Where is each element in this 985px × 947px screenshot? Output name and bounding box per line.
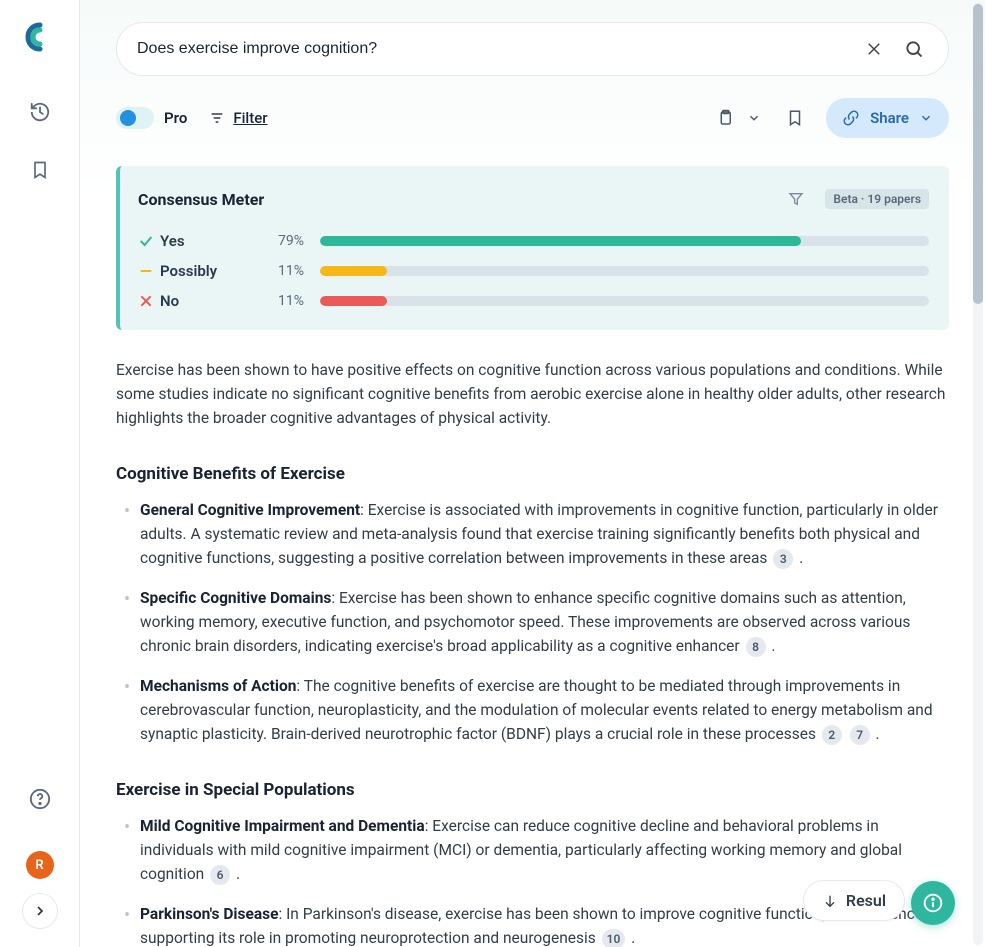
sidebar: R — [0, 0, 80, 947]
meter-percent: 79% — [260, 233, 304, 249]
meter-percent: 11% — [260, 293, 304, 309]
meter-row-yes: Yes79% — [138, 232, 929, 250]
meter-label: Possibly — [160, 262, 260, 280]
meter-row-no: No11% — [138, 292, 929, 310]
clipboard-icon — [708, 101, 742, 135]
bookmark-button[interactable] — [778, 101, 812, 135]
possibly-icon — [138, 263, 160, 279]
no-icon — [138, 293, 160, 309]
list-item-lead: Parkinson's Disease — [140, 905, 278, 923]
beta-badge: Beta · 19 papers — [825, 189, 929, 209]
help-button[interactable] — [20, 779, 60, 819]
meter-bar — [320, 236, 929, 246]
meter-row-possibly: Possibly11% — [138, 262, 929, 280]
scrollbar-thumb[interactable] — [973, 4, 983, 304]
citation-badge[interactable]: 6 — [210, 865, 230, 885]
citation-badge[interactable]: 10 — [602, 929, 626, 947]
info-fab-button[interactable] — [911, 881, 955, 925]
pro-toggle[interactable]: Pro — [116, 107, 187, 129]
results-pill-label: Resul — [846, 891, 886, 910]
list-item: Mild Cognitive Impairment and Dementia: … — [116, 814, 949, 886]
pro-label: Pro — [164, 109, 187, 127]
info-icon — [923, 893, 943, 913]
consensus-meter-title: Consensus Meter — [138, 190, 264, 209]
filter-button[interactable]: Filter — [209, 109, 267, 127]
list-item-lead: Mild Cognitive Impairment and Dementia — [140, 817, 425, 835]
yes-icon — [138, 233, 160, 249]
arrow-down-icon — [822, 893, 838, 909]
section-heading-benefits: Cognitive Benefits of Exercise — [116, 464, 949, 484]
expand-sidebar-button[interactable] — [22, 893, 58, 929]
results-pill-button[interactable]: Resul — [803, 880, 905, 921]
list-item-lead: General Cognitive Improvement — [140, 501, 360, 519]
list-item: Mechanisms of Action: The cognitive bene… — [116, 674, 949, 746]
meter-percent: 11% — [260, 263, 304, 279]
main-content: Pro Filter — [80, 0, 985, 947]
meter-bar — [320, 296, 929, 306]
share-button[interactable]: Share — [826, 98, 949, 138]
app-logo[interactable] — [21, 18, 59, 56]
summary-paragraph: Exercise has been shown to have positive… — [116, 358, 949, 430]
bookmarks-nav-button[interactable] — [20, 150, 60, 190]
citation-badge[interactable]: 7 — [850, 725, 870, 745]
citation-badge[interactable]: 2 — [822, 725, 842, 745]
history-button[interactable] — [20, 92, 60, 132]
filter-label: Filter — [233, 109, 267, 127]
user-avatar[interactable]: R — [26, 851, 54, 879]
citation-badge[interactable]: 8 — [746, 637, 766, 657]
chevron-down-icon — [744, 101, 764, 135]
citation-badge[interactable]: 3 — [773, 549, 793, 569]
clear-search-button[interactable] — [860, 35, 888, 63]
meter-bar — [320, 266, 929, 276]
search-bar — [116, 22, 949, 76]
chevron-down-icon — [919, 111, 933, 125]
meter-label: Yes — [160, 232, 260, 250]
list-item: Specific Cognitive Domains: Exercise has… — [116, 586, 949, 658]
scrollbar-track[interactable] — [973, 2, 983, 945]
share-label: Share — [870, 109, 909, 127]
section-heading-special: Exercise in Special Populations — [116, 780, 949, 800]
copy-dropdown[interactable] — [708, 101, 764, 135]
consensus-meter-card: Consensus Meter Beta · 19 papers Yes79%P… — [116, 166, 949, 330]
meter-label: No — [160, 292, 260, 310]
content-body: Cognitive Benefits of Exercise General C… — [116, 464, 949, 947]
results-toolbar: Pro Filter — [116, 98, 949, 138]
list-item-lead: Specific Cognitive Domains — [140, 589, 331, 607]
search-button[interactable] — [900, 35, 928, 63]
search-input[interactable] — [137, 40, 848, 58]
list-item-lead: Mechanisms of Action — [140, 677, 296, 695]
list-item: General Cognitive Improvement: Exercise … — [116, 498, 949, 570]
meter-filter-button[interactable] — [779, 182, 813, 216]
